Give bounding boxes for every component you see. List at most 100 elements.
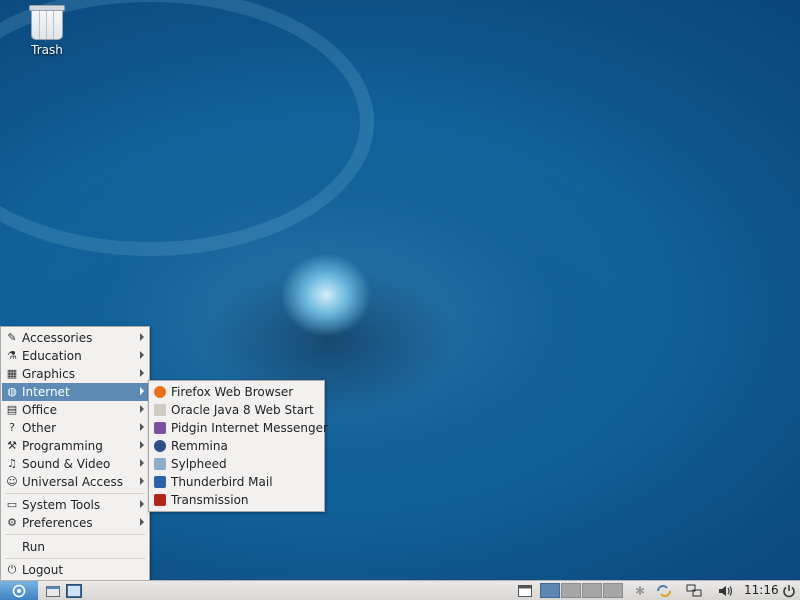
- submenu-item-java-web-start[interactable]: Oracle Java 8 Web Start: [150, 401, 323, 419]
- menu-item-office[interactable]: ▤ Office: [2, 401, 148, 419]
- menu-separator: [5, 558, 145, 559]
- volume-icon[interactable]: [716, 581, 736, 600]
- menu-item-programming[interactable]: ⚒ Programming: [2, 437, 148, 455]
- menu-item-label: Universal Access: [22, 475, 123, 489]
- logout-icon: ⏻: [7, 563, 17, 576]
- submenu-item-pidgin[interactable]: Pidgin Internet Messenger: [150, 419, 328, 437]
- submenu-item-label: Oracle Java 8 Web Start: [171, 403, 314, 417]
- chevron-right-icon: [140, 333, 144, 341]
- menu-item-logout[interactable]: ⏻ Logout: [2, 561, 148, 579]
- chevron-right-icon: [140, 500, 144, 508]
- terminal-launcher[interactable]: [64, 581, 84, 600]
- terminal-icon: [66, 583, 82, 598]
- programming-icon: ⚒: [7, 439, 17, 452]
- submenu-item-sylpheed[interactable]: Sylpheed: [150, 455, 323, 473]
- menu-item-label: Preferences: [22, 516, 93, 530]
- clock[interactable]: 11:16: [744, 583, 779, 597]
- bottom-panel: ✱ 11:16: [0, 580, 800, 600]
- submenu-item-label: Firefox Web Browser: [171, 385, 294, 399]
- menu-item-label: Logout: [22, 563, 64, 577]
- transmission-icon: [154, 494, 166, 506]
- menu-item-label: Programming: [22, 439, 103, 453]
- chevron-right-icon: [140, 477, 144, 485]
- submenu-item-thunderbird[interactable]: Thunderbird Mail: [150, 473, 323, 491]
- system-tools-icon: ▭: [6, 498, 18, 511]
- window-list-button[interactable]: [514, 581, 536, 600]
- sound-video-icon: ♫: [7, 457, 17, 470]
- accessories-icon: ✎: [7, 331, 17, 344]
- menu-item-universal-access[interactable]: ☺ Universal Access: [2, 473, 148, 491]
- update-notifier-icon[interactable]: [654, 581, 674, 600]
- menu-item-education[interactable]: ⚗ Education: [2, 347, 148, 365]
- show-desktop-button[interactable]: [44, 581, 62, 600]
- menu-item-label: Sound & Video: [22, 457, 111, 471]
- menu-item-accessories[interactable]: ✎ Accessories: [2, 329, 148, 347]
- power-button[interactable]: [780, 581, 798, 600]
- menu-item-run[interactable]: Run: [2, 538, 148, 556]
- submenu-item-remmina[interactable]: Remmina: [150, 437, 323, 455]
- menu-item-label: System Tools: [22, 498, 101, 512]
- menu-item-label: Other: [22, 421, 57, 435]
- network-icon[interactable]: [684, 581, 704, 600]
- submenu-item-label: Transmission: [171, 493, 249, 507]
- java-icon: [154, 404, 166, 416]
- graphics-icon: ▦: [6, 367, 18, 380]
- internet-submenu: Firefox Web Browser Oracle Java 8 Web St…: [148, 380, 328, 512]
- question-icon: ?: [9, 421, 15, 434]
- chevron-right-icon: [140, 518, 144, 526]
- chevron-right-icon: [140, 423, 144, 431]
- menu-separator: [5, 493, 145, 494]
- sylpheed-icon: [154, 458, 166, 470]
- trash-icon: [29, 5, 65, 40]
- submenu-item-firefox[interactable]: Firefox Web Browser: [150, 383, 323, 401]
- chevron-right-icon: [140, 387, 144, 395]
- lubuntu-logo-icon: [12, 584, 26, 597]
- workspace-4[interactable]: [603, 583, 623, 598]
- power-icon: [783, 584, 795, 597]
- submenu-item-label: Pidgin Internet Messenger: [171, 421, 328, 435]
- desktop: Trash ✎ Accessories ⚗ Education ▦ Graphi…: [0, 0, 800, 600]
- menu-separator: [5, 534, 145, 535]
- firefox-icon: [154, 386, 166, 398]
- submenu-item-label: Sylpheed: [171, 457, 227, 471]
- start-menu-button[interactable]: [0, 581, 38, 600]
- desktop-icon-trash[interactable]: Trash: [18, 5, 76, 57]
- pidgin-icon: [154, 422, 166, 434]
- workspace-3[interactable]: [582, 583, 602, 598]
- bluetooth-icon[interactable]: ✱: [632, 581, 648, 600]
- menu-item-internet[interactable]: ◍ Internet: [2, 383, 148, 401]
- menu-item-label: Accessories: [22, 331, 93, 345]
- internet-icon: ◍: [7, 385, 17, 398]
- chevron-right-icon: [140, 369, 144, 377]
- chevron-right-icon: [140, 405, 144, 413]
- remmina-icon: [154, 440, 166, 452]
- submenu-item-label: Thunderbird Mail: [171, 475, 273, 489]
- menu-item-sound-video[interactable]: ♫ Sound & Video: [2, 455, 148, 473]
- education-icon: ⚗: [7, 349, 17, 362]
- desktop-icon-label: Trash: [31, 43, 63, 57]
- chevron-right-icon: [140, 351, 144, 359]
- menu-item-preferences[interactable]: ⚙ Preferences: [2, 514, 148, 532]
- application-menu: ✎ Accessories ⚗ Education ▦ Graphics ◍ I…: [0, 326, 150, 582]
- workspace-2[interactable]: [561, 583, 581, 598]
- menu-item-graphics[interactable]: ▦ Graphics: [2, 365, 148, 383]
- thunderbird-icon: [154, 476, 166, 488]
- submenu-item-label: Remmina: [171, 439, 228, 453]
- menu-item-label: Internet: [22, 385, 70, 399]
- universal-access-icon: ☺: [6, 475, 18, 488]
- preferences-icon: ⚙: [7, 516, 17, 529]
- menu-item-label: Graphics: [22, 367, 75, 381]
- menu-item-system-tools[interactable]: ▭ System Tools: [2, 496, 148, 514]
- chevron-right-icon: [140, 441, 144, 449]
- menu-item-label: Run: [22, 540, 46, 554]
- file-manager-icon: [46, 585, 60, 597]
- menu-item-label: Office: [22, 403, 58, 417]
- run-icon: [6, 541, 18, 553]
- workspace-1[interactable]: [540, 583, 560, 598]
- menu-item-other[interactable]: ? Other: [2, 419, 148, 437]
- submenu-item-transmission[interactable]: Transmission: [150, 491, 323, 509]
- window-icon: [518, 584, 532, 597]
- office-icon: ▤: [6, 403, 18, 416]
- chevron-right-icon: [140, 459, 144, 467]
- menu-item-label: Education: [22, 349, 82, 363]
